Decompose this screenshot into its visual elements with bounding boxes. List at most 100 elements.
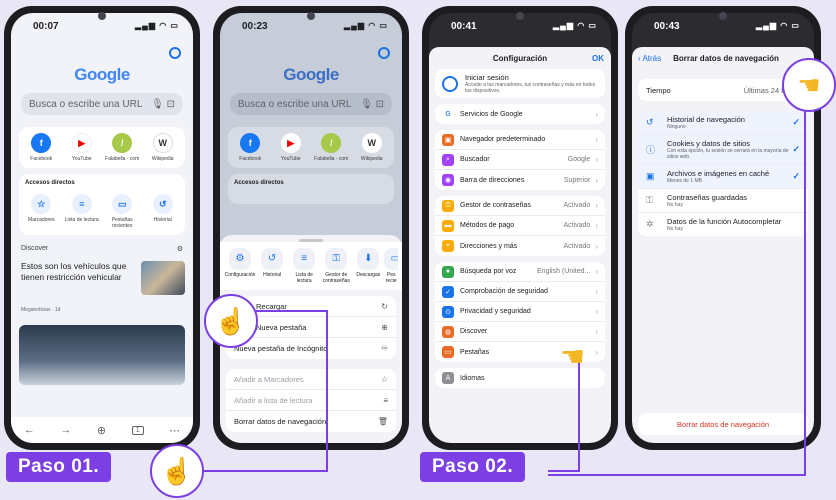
bottom-toolbar: ← → ⊕ 1 ⋯ (11, 417, 193, 443)
tile-facebook[interactable]: f Facebook (22, 133, 60, 162)
lens-icon[interactable]: ⊡ (376, 99, 384, 110)
image-icon: ▣ (646, 171, 655, 181)
search-placeholder: Busca o escribe una URL (29, 98, 143, 110)
facebook-icon: f (240, 133, 261, 153)
row-safety-check[interactable]: ✓ Comprobación de seguridad › (435, 282, 605, 302)
tile-wikipedia[interactable]: W Wikipedia (144, 133, 182, 162)
camera-notch (516, 12, 524, 20)
more-icon[interactable]: ⋯ (169, 424, 180, 437)
shortcut-history[interactable]: ↺ Historial (144, 194, 182, 229)
star-icon: ☆ (380, 374, 388, 384)
download-icon: ⬇ (357, 248, 380, 270)
row-discover[interactable]: ◍ Discover › (435, 322, 605, 342)
tabs-icon: ▭ (112, 194, 133, 214)
menu-new-incognito-tab[interactable]: Nueva pestaña de Incógnito ♾ (226, 338, 396, 359)
shortcuts-card: Accesos directos (228, 174, 394, 204)
account-icon (442, 75, 458, 92)
most-visited-tiles: f Facebook ▶ YouTube / Falabella - com W Wik… (19, 127, 185, 168)
row-google-services[interactable]: G Servicios de Google › (435, 104, 605, 124)
signin-row[interactable]: Iniciar sesión Accede a tus marcadores, … (435, 69, 605, 98)
falabella-icon: / (321, 133, 342, 153)
profile-icon[interactable] (378, 47, 390, 59)
tile-youtube[interactable]: ▶ YouTube (272, 133, 310, 162)
option-saved-passwords[interactable]: ⚿ Contraseñas guardadas No hay (638, 189, 808, 213)
row-privacy-security[interactable]: ⊙ Privacidad y seguridad › (435, 302, 605, 322)
row-addresses[interactable]: ⌖ Direcciones y más Activado › (435, 236, 605, 256)
pointing-hand-icon: ☝ (204, 294, 258, 348)
forward-icon[interactable]: → (60, 424, 71, 436)
star-icon: ☆ (31, 194, 52, 214)
menu-clear-browsing-data[interactable]: Borrar datos de navegación 🗑 (226, 411, 396, 432)
tab-count[interactable]: 1 (131, 425, 144, 435)
row-search-engine[interactable]: ⌕ Buscador Google › (435, 150, 605, 170)
option-cache[interactable]: ▣ Archivos e imágenes en caché Menos de 1… (638, 165, 808, 189)
search-input[interactable]: Busca o escribe una URL 🎙 ⊡ (21, 93, 183, 115)
row-payment-methods[interactable]: ▬ Métodos de pago Activado › (435, 216, 605, 236)
row-password-manager[interactable]: ⚿ Gestor de contraseñas Activado › (435, 196, 605, 216)
menu-add-reading-list[interactable]: Añadir a lista de lectura ≡ (226, 390, 396, 411)
gear-icon[interactable]: ⚙ (177, 245, 183, 253)
action-reading-list[interactable]: ≡ Lista de lectura (288, 248, 320, 284)
tabs-icon: ▭ (384, 248, 398, 270)
connector-line-7 (804, 110, 806, 476)
action-settings[interactable]: ⚙ Configuración (224, 248, 256, 284)
phone-1-screen: 00:07 ▂▄▆ ◠ ▭ Google Busca o escribe una… (11, 13, 193, 443)
wikipedia-icon: W (361, 133, 382, 153)
shortcuts-tiles: ☆ Marcadores ≡ Lista de lectura ▭ Pestañas … (19, 188, 185, 235)
status-time: 00:43 (654, 21, 680, 32)
article-thumbnail (141, 261, 185, 295)
tile-falabella[interactable]: / Falabella - com (312, 133, 350, 162)
action-password-manager[interactable]: ⚿ Gestor de contraseñas (320, 248, 352, 284)
lens-icon[interactable]: ⊡ (167, 99, 175, 110)
tile-wikipedia[interactable]: W Wikipedia (353, 133, 391, 162)
connector-line-5 (578, 360, 580, 472)
action-recent-tabs[interactable]: ▭ Pes recie (384, 248, 398, 284)
row-default-browser[interactable]: ▣ Navegador predeterminado › (435, 130, 605, 150)
chevron-right-icon: › (595, 327, 598, 336)
step-2-badge: Paso 02. (420, 452, 526, 482)
article-source: Meganoticias · 1d (21, 307, 61, 313)
phone-2: 00:23 ▂▄▆ ◠ ▭ Google Busca o escribe una… (213, 6, 409, 450)
ok-button[interactable]: OK (592, 54, 604, 63)
shortcut-recent-tabs[interactable]: ▭ Pestañas recientes (103, 194, 141, 229)
article-card[interactable]: Estos son los vehículos que tienen restr… (11, 253, 193, 295)
option-cookies[interactable]: ⓘ Cookies y datos de sitios Con esta opci… (638, 135, 808, 165)
row-address-bar[interactable]: ◉ Barra de direcciones Superior › (435, 170, 605, 190)
location-icon: ⌖ (442, 240, 454, 252)
tile-facebook[interactable]: f Facebook (231, 133, 269, 162)
check-icon: ✓ (792, 144, 800, 154)
status-time: 00:23 (242, 21, 268, 32)
action-history[interactable]: ↺ Historial (256, 248, 288, 284)
chevron-right-icon: › (595, 241, 598, 251)
back-button[interactable]: ‹ Atrás (638, 54, 661, 63)
most-visited-card: f Facebook ▶ YouTube / Falabella - com W Wik… (228, 127, 394, 168)
key-icon: ⚿ (442, 199, 454, 212)
menu-add-bookmark[interactable]: Añadir a Marcadores ☆ (226, 369, 396, 390)
history-icon: ↺ (261, 248, 284, 270)
clear-browsing-data-button[interactable]: Borrar datos de navegación (677, 420, 769, 429)
mic-icon[interactable]: 🎙 (360, 99, 373, 110)
google-services-group: G Servicios de Google › (435, 104, 605, 124)
shortcut-bookmarks[interactable]: ☆ Marcadores (22, 194, 60, 229)
back-icon[interactable]: ← (24, 424, 35, 436)
search-input[interactable]: Busca o escribe una URL 🎙 ⊡ (230, 93, 392, 115)
google-icon: G (442, 108, 454, 120)
clear-button-row: Borrar datos de navegación (638, 413, 808, 435)
row-voice-search[interactable]: ● Búsqueda por voz English (United... › (435, 262, 605, 282)
option-browsing-history[interactable]: ↺ Historial de navegación Ninguno ✓ (638, 111, 808, 135)
option-autofill[interactable]: ✲ Datos de la función Autocompletar No ha… (638, 213, 808, 236)
shortcut-reading-list[interactable]: ≡ Lista de lectura (63, 194, 101, 229)
new-tab-icon[interactable]: ⊕ (97, 424, 106, 437)
tile-youtube[interactable]: ▶ YouTube (63, 133, 101, 162)
chevron-right-icon: › (595, 155, 598, 164)
mic-icon: ● (442, 265, 454, 278)
profile-icon[interactable] (169, 47, 181, 59)
tile-falabella[interactable]: / Falabella - com (103, 133, 141, 162)
mic-icon[interactable]: 🎙 (151, 99, 164, 110)
facebook-icon: f (31, 133, 52, 153)
discover-icon: ◍ (442, 325, 454, 338)
settings-header: Configuración OK (429, 47, 611, 69)
action-downloads[interactable]: ⬇ Descargas (352, 248, 384, 284)
search-placeholder: Busca o escribe una URL (238, 98, 352, 110)
menu-group-2: Añadir a Marcadores ☆ Añadir a lista de l… (226, 369, 396, 432)
